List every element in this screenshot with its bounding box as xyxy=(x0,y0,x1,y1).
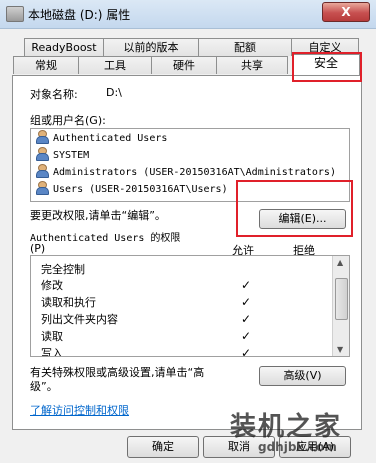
permissions-table: 完全控制 修改 ✓ 读取和执行 ✓ 列出文件夹内容 ✓ 读取 ✓ 写入 ✓ ▲ ▼ xyxy=(30,255,350,357)
table-row: 修改 ✓ xyxy=(41,278,252,292)
ok-button[interactable]: 确定 xyxy=(127,436,199,458)
tab-security[interactable]: 安全 xyxy=(292,54,360,75)
allow-check: ✓ xyxy=(241,346,252,357)
permissions-label-accel: (P) xyxy=(30,242,46,255)
tab-hardware[interactable]: 硬件 xyxy=(151,56,217,74)
allow-check: ✓ xyxy=(241,278,252,292)
advanced-button[interactable]: 高级(V) xyxy=(259,366,346,386)
scroll-thumb[interactable] xyxy=(335,278,348,320)
group-list[interactable]: Authenticated Users SYSTEM Administrator… xyxy=(30,128,350,202)
list-item[interactable]: Authenticated Users xyxy=(35,130,167,146)
learn-access-control-link[interactable]: 了解访问控制和权限 xyxy=(30,402,129,418)
group-list-label: 组或用户名(G): xyxy=(30,114,106,127)
list-item[interactable]: Users (USER-20150316AT\Users) xyxy=(35,181,228,197)
table-row: 列出文件夹内容 ✓ xyxy=(41,312,252,326)
user-group-icon xyxy=(35,147,49,161)
user-group-icon xyxy=(35,130,49,144)
title-bar: 本地磁盘 (D:) 属性 X xyxy=(0,0,376,29)
table-row: 读取和执行 ✓ xyxy=(41,295,252,309)
watermark-logo: 装机之家 xyxy=(230,412,343,442)
table-row: 读取 ✓ xyxy=(41,329,252,343)
allow-check: ✓ xyxy=(241,329,252,343)
watermark-url: gdhjbk.com xyxy=(258,440,337,454)
edit-button[interactable]: 编辑(E)... xyxy=(259,209,346,229)
list-item[interactable]: Administrators (USER-20150316AT\Administ… xyxy=(35,164,336,180)
object-name-value: D:\ xyxy=(106,86,122,99)
tab-sharing[interactable]: 共享 xyxy=(216,56,288,74)
object-name-label: 对象名称: xyxy=(30,88,78,101)
user-group-icon xyxy=(35,164,49,178)
table-row: 写入 ✓ xyxy=(31,346,331,357)
edit-prompt: 要更改权限,请单击“编辑”。 xyxy=(30,209,166,222)
tab-general[interactable]: 常规 xyxy=(13,56,79,74)
list-item[interactable]: SYSTEM xyxy=(35,147,89,163)
permissions-scrollbar[interactable]: ▲ ▼ xyxy=(332,256,349,356)
tab-quota[interactable]: 配额 xyxy=(198,38,292,56)
special-permissions-text-2: 级”。 xyxy=(30,380,58,393)
close-button[interactable]: X xyxy=(322,2,370,22)
tab-previous-versions[interactable]: 以前的版本 xyxy=(103,38,199,56)
table-row: 完全控制 xyxy=(41,263,85,276)
tab-readyboost[interactable]: ReadyBoost xyxy=(24,38,104,56)
window-title: 本地磁盘 (D:) 属性 xyxy=(28,8,131,22)
allow-check: ✓ xyxy=(241,312,252,326)
scroll-up-icon[interactable]: ▲ xyxy=(337,258,343,267)
allow-check: ✓ xyxy=(241,295,252,309)
drive-icon xyxy=(6,6,24,22)
scroll-down-icon[interactable]: ▼ xyxy=(337,345,343,354)
tab-tools[interactable]: 工具 xyxy=(78,56,152,74)
user-group-icon xyxy=(35,181,49,195)
permissions-label: Authenticated Users 的权限 xyxy=(30,233,181,244)
